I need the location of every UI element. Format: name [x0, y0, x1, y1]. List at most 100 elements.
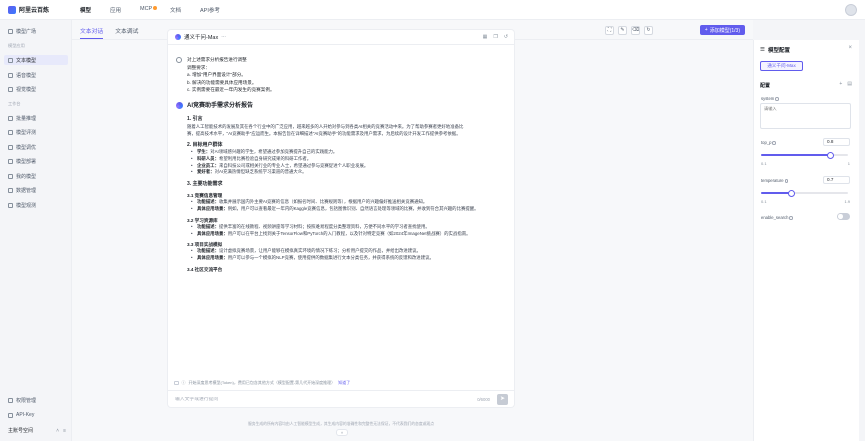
list-item-key: 功能描述：	[197, 199, 219, 205]
sidebar-item-api-key[interactable]: API-Key	[4, 410, 68, 420]
section-heading: 1. 引言	[187, 116, 203, 122]
help-icon[interactable]	[775, 97, 779, 101]
sidebar-item-model-market[interactable]: 模型广场	[4, 26, 68, 36]
sidebar-item-model-eval[interactable]: 模型评测	[4, 127, 68, 137]
chat-input[interactable]	[175, 396, 445, 402]
image-icon	[8, 86, 13, 92]
user-avatar[interactable]	[845, 4, 857, 16]
sidebar: 模型广场 模型应用 文本模型 语音模型 视觉模型 工作台 批量推理 模型评测 模…	[0, 20, 72, 441]
menu-icon[interactable]: ≡	[63, 428, 66, 434]
user-message: 对上述需求分析报告进行调整 调整要求： a. 增加"用户界面设计"部分。 b. …	[176, 56, 275, 94]
top-nav: 模型 应用 MCP 文档 API参考	[80, 6, 232, 14]
message-list[interactable]: 对上述需求分析报告进行调整 调整要求： a. 增加"用户界面设计"部分。 b. …	[168, 46, 514, 366]
user-message-text: 对上述需求分析报告进行调整 调整要求： a. 增加"用户界面设计"部分。 b. …	[187, 56, 275, 94]
tab-text-chat[interactable]: 文本对话	[80, 26, 104, 39]
model-logo-icon	[175, 34, 181, 40]
temperature-input[interactable]: 0.7	[823, 176, 850, 184]
app-logo[interactable]: 阿里云百炼	[0, 5, 72, 14]
add-model-label: 添加模型(1/3)	[709, 27, 740, 34]
top-p-input[interactable]: 0.8	[823, 138, 850, 146]
workspace-switcher[interactable]: 主账号空间 ˄ ≡	[8, 427, 66, 435]
config-header: ☰ 模型配置	[760, 46, 790, 54]
app-name: 阿里云百炼	[19, 8, 50, 14]
top-p-slider[interactable]	[761, 151, 848, 159]
text-icon	[8, 57, 13, 63]
add-icon[interactable]: +	[839, 81, 842, 87]
subsection-heading: 3.2 学习资源库	[187, 217, 218, 223]
sidebar-item-label: 批量推理	[16, 115, 37, 122]
top-p-max: 1	[847, 161, 850, 166]
tip-checkbox[interactable]	[174, 380, 179, 386]
sidebar-item-model-tuning[interactable]: 模型调优	[4, 142, 68, 152]
sidebar-section-tools: 工作台	[8, 101, 21, 106]
sidebar-item-model-observe[interactable]: 模型观测	[4, 200, 68, 210]
temperature-label-text: temperature	[761, 178, 784, 183]
add-model-button[interactable]: + 添加模型(1/3)	[699, 25, 745, 35]
temperature-slider-handle[interactable]	[787, 189, 795, 197]
collapse-button[interactable]: ˄	[336, 429, 348, 436]
close-icon[interactable]: ×	[848, 45, 852, 51]
system-label: system	[761, 96, 779, 101]
refresh-icon[interactable]: ↻	[644, 26, 653, 35]
new-badge-icon	[153, 6, 158, 11]
enable-search-toggle[interactable]	[837, 213, 850, 220]
sidebar-item-my-models[interactable]: 我的模型	[4, 171, 68, 181]
info-icon: ⓘ	[181, 380, 186, 385]
sidebar-item-voice-model[interactable]: 语音模型	[4, 70, 68, 80]
sidebar-item-data-manage[interactable]: 数据管理	[4, 185, 68, 195]
system-prompt-input[interactable]	[760, 103, 851, 129]
voice-icon	[8, 72, 13, 78]
config-title: 模型配置	[767, 48, 790, 54]
deploy-icon	[8, 158, 13, 164]
list-item-key: 具体应用场景：	[197, 255, 228, 261]
tip-text: 开始深度思考模型(Token)，费用已包含其他方式（模型配置-第几代开始深度推理…	[188, 380, 336, 385]
send-button[interactable]: ➤	[497, 394, 508, 405]
list-item-text: 对AI领域感兴趣的学生，希望通过参加竞赛提升自己的实践能力。	[210, 149, 338, 154]
save-icon[interactable]: ▤	[847, 81, 852, 87]
fullscreen-icon[interactable]: ⛶	[605, 26, 614, 35]
sidebar-item-vision-model[interactable]: 视觉模型	[4, 84, 68, 94]
sidebar-item-model-deploy[interactable]: 模型部署	[4, 156, 68, 166]
model-config-panel: ☰ 模型配置 × 通义千问-Max 配置 + ▤ system top_p 0.…	[753, 40, 859, 441]
list-item-key: 功能描述：	[197, 223, 219, 229]
monitor-icon	[8, 202, 13, 208]
undo-icon[interactable]: ↺	[504, 34, 508, 40]
nav-api-ref[interactable]: API参考	[200, 6, 232, 14]
cube-icon	[8, 173, 13, 179]
more-icon[interactable]: ⋯	[221, 34, 226, 40]
grid-view-icon[interactable]: ▦	[483, 34, 488, 40]
user-line: a. 增加"用户界面设计"部分。	[187, 72, 246, 78]
copy-icon[interactable]: ❐	[493, 34, 497, 40]
clear-icon[interactable]: ✎	[618, 26, 627, 35]
sidebar-item-label: 模型部署	[16, 158, 37, 165]
chat-header-actions: ▦ ❐ ↺	[483, 34, 508, 40]
tip-dismiss-link[interactable]: 知道了	[338, 380, 350, 386]
temperature-slider[interactable]	[761, 189, 848, 197]
sidebar-item-label: 模型评测	[16, 129, 37, 136]
top-p-label-text: top_p	[761, 140, 772, 145]
char-counter: 0/6000	[477, 397, 490, 402]
tab-text-debug[interactable]: 文本调试	[115, 26, 138, 39]
list-item: 科研人员：希望利用比赛检验自身研究成果的科研工作者。	[187, 156, 505, 163]
sidebar-item-permissions[interactable]: 权限管理	[4, 395, 68, 405]
list-item: 具体应用场景：用户可以参与一个模拟的NLP竞赛，使用提供的数据集进行文本分类任务…	[187, 255, 505, 262]
top-p-slider-handle[interactable]	[827, 151, 835, 159]
nav-apps[interactable]: 应用	[110, 6, 140, 14]
selected-model-chip[interactable]: 通义千问-Max	[760, 61, 803, 71]
list-item: 爱好者：对AI充满热情但缺乏系统学习渠道的普通大众。	[187, 169, 505, 176]
list-item-key: 爱好者：	[197, 169, 215, 175]
help-icon[interactable]	[789, 216, 793, 220]
help-icon[interactable]	[784, 179, 789, 183]
nav-models[interactable]: 模型	[80, 6, 110, 14]
user-line: 对上述需求分析报告进行调整	[187, 57, 247, 62]
list-item-key: 具体应用场景：	[197, 205, 228, 211]
user-line: 调整要求：	[187, 64, 210, 70]
nav-docs[interactable]: 文档	[170, 6, 200, 14]
nav-mcp[interactable]: MCP	[140, 6, 170, 14]
chat-model-name[interactable]: 通义千问-Max	[184, 33, 218, 41]
sidebar-item-batch-inference[interactable]: 批量推理	[4, 113, 68, 123]
delete-icon[interactable]: ⌫	[631, 26, 640, 35]
help-icon[interactable]	[772, 141, 776, 145]
list-item-text: 提供丰富的在线教程、视频讲座等学习材料；按照难易程度分类整理资料，方便不同水平的…	[218, 223, 430, 229]
sidebar-item-text-model[interactable]: 文本模型	[4, 55, 68, 65]
